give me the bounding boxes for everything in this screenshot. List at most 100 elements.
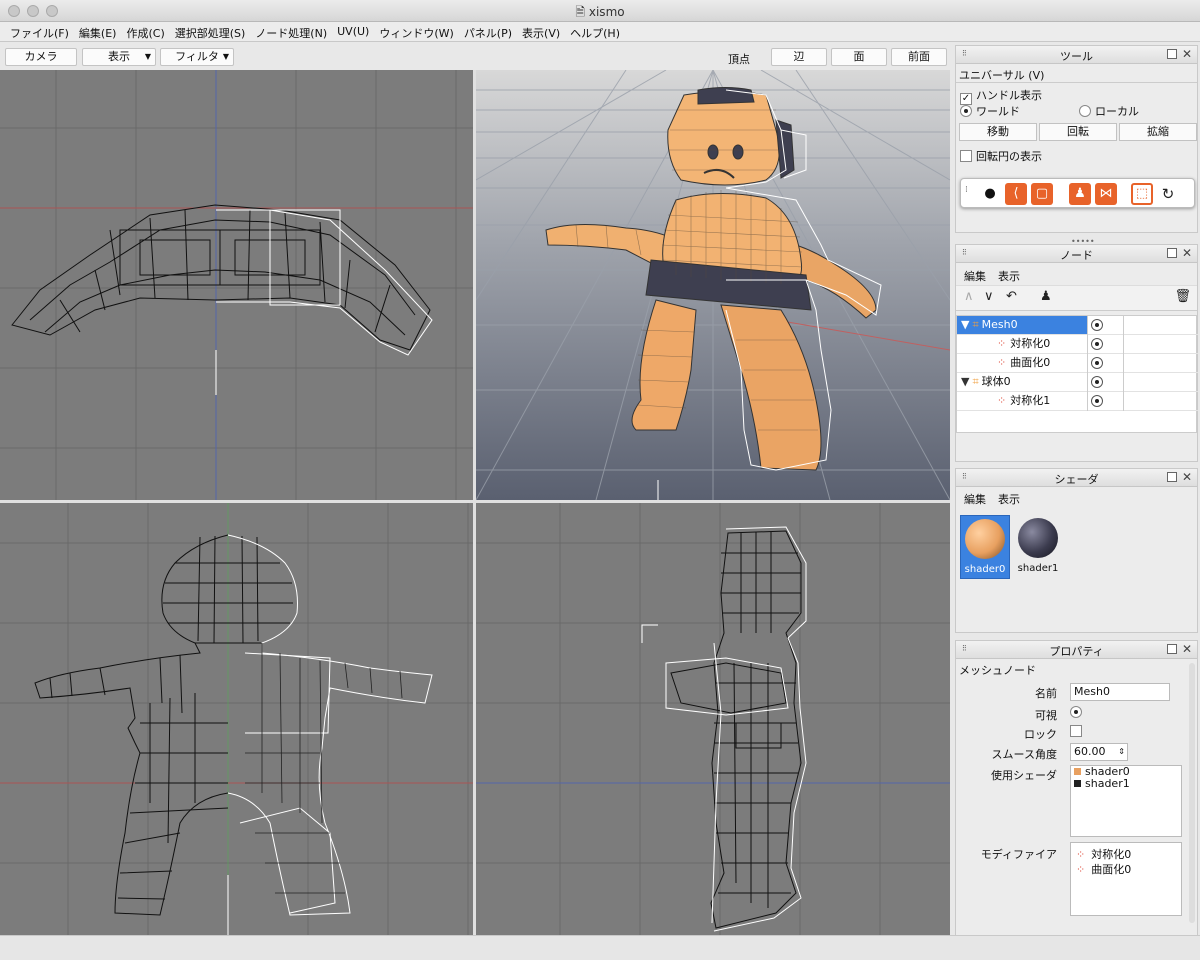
display-dropdown[interactable]: 表示 ▼	[82, 48, 156, 66]
shader-thumbnail[interactable]: shader0	[960, 515, 1010, 579]
scrollbar[interactable]	[1189, 663, 1195, 923]
visibility-icon[interactable]	[1091, 376, 1103, 388]
smooth-angle-field[interactable]: 60.00 ⇕	[1070, 743, 1128, 761]
shader-panel: ⁝⁝ シェーダ ✕ 編集 表示 shader0 shader1	[955, 468, 1198, 633]
face-mode-button[interactable]: 面	[831, 48, 887, 66]
divider	[1123, 373, 1124, 392]
list-item[interactable]: ⁘ 曲面化0	[1071, 861, 1181, 876]
move-button[interactable]: 移動	[959, 123, 1037, 141]
menu-window[interactable]: ウィンドウ(W)	[375, 22, 459, 41]
shader-menu-view[interactable]: 表示	[998, 491, 1020, 507]
property-panel-title: プロパティ	[1049, 645, 1104, 658]
menu-panel[interactable]: パネル(P)	[460, 22, 518, 41]
lock-label: ロック	[1024, 728, 1057, 741]
menu-selection[interactable]: 選択部処理(S)	[171, 22, 252, 41]
tree-row[interactable]: ⁘ 対称化0	[957, 335, 1198, 354]
maximize-panel-icon[interactable]	[1167, 644, 1177, 654]
node-menu-view[interactable]: 表示	[998, 268, 1020, 284]
divider	[1087, 392, 1088, 411]
tree-row[interactable]: ⁘ 曲面化0	[957, 354, 1198, 373]
expand-arrow-icon[interactable]: ▼	[961, 318, 969, 331]
close-panel-icon[interactable]: ✕	[1182, 642, 1192, 656]
close-panel-icon[interactable]: ✕	[1182, 47, 1192, 61]
maximize-panel-icon[interactable]	[1167, 49, 1177, 59]
visibility-icon[interactable]	[1091, 338, 1103, 350]
title-bar: 🗎 xismo	[0, 0, 1200, 22]
viewport-splitter-horizontal[interactable]	[0, 500, 950, 503]
local-radio[interactable]: ローカル	[1079, 103, 1139, 119]
tree-row-label: 球体0	[981, 375, 1011, 388]
visibility-icon[interactable]	[1091, 319, 1103, 331]
list-item[interactable]: ⁘ 対称化0	[1071, 846, 1181, 861]
menu-view[interactable]: 表示(V)	[518, 22, 566, 41]
lock-checkbox[interactable]	[1070, 725, 1086, 738]
radio-on-icon	[960, 105, 972, 117]
visible-toggle[interactable]	[1070, 706, 1086, 719]
window-title: 🗎 xismo	[0, 3, 1200, 24]
filter-dropdown[interactable]: フィルタ ▼	[160, 48, 234, 66]
menu-edit[interactable]: 編集(E)	[75, 22, 123, 41]
viewport-top-canvas	[0, 70, 473, 500]
name-field[interactable]: Mesh0	[1070, 683, 1170, 701]
camera-button[interactable]: カメラ	[5, 48, 77, 66]
close-panel-icon[interactable]: ✕	[1182, 246, 1192, 260]
share-icon[interactable]: ⟨	[1005, 183, 1027, 205]
modifier-icon: ⁘	[997, 394, 1007, 407]
menu-bar: ファイル(F) 編集(E) 作成(C) 選択部処理(S) ノード処理(N) UV…	[0, 22, 1200, 42]
list-item-label: 対称化0	[1091, 848, 1132, 861]
tree-row[interactable]: ▼ ⌗ Mesh0	[957, 316, 1198, 335]
visibility-icon[interactable]	[1091, 395, 1103, 407]
world-radio[interactable]: ワールド	[960, 103, 1020, 119]
vertex-mode-label[interactable]: 頂点	[728, 51, 750, 67]
menu-help[interactable]: ヘルプ(H)	[566, 22, 626, 41]
group-icon[interactable]: ♟	[1040, 289, 1052, 304]
tree-row[interactable]: ▼ ⌗ 球体0	[957, 373, 1198, 392]
symmetry-icon[interactable]: ⋈	[1095, 183, 1117, 205]
menu-node[interactable]: ノード処理(N)	[251, 22, 333, 41]
viewport-top[interactable]	[0, 70, 473, 500]
node-menu-edit[interactable]: 編集	[964, 268, 986, 284]
show-rotation-circle-checkbox[interactable]: 回転円の表示	[960, 148, 1042, 164]
person-icon[interactable]: ♟	[1069, 183, 1091, 205]
undo-icon[interactable]: ↶	[1006, 289, 1017, 304]
viewport-side[interactable]	[476, 503, 950, 935]
visibility-icon[interactable]	[1091, 357, 1103, 369]
scale-button[interactable]: 拡縮	[1119, 123, 1197, 141]
tree-row[interactable]: ⁘ 対称化1	[957, 392, 1198, 411]
modifier-icon: ⁘	[997, 356, 1007, 369]
viewport-front[interactable]	[0, 503, 473, 935]
maximize-panel-icon[interactable]	[1167, 472, 1177, 482]
mesh-node-icon: ⌗	[972, 318, 979, 331]
viewport-perspective[interactable]	[476, 70, 950, 500]
used-shaders-label: 使用シェーダ	[991, 769, 1057, 782]
move-down-icon[interactable]: ∨	[984, 289, 994, 304]
expand-arrow-icon[interactable]: ▼	[961, 375, 969, 388]
close-panel-icon[interactable]: ✕	[1182, 470, 1192, 484]
select-region-icon[interactable]: ⬚	[1131, 183, 1153, 205]
rotate-button[interactable]: 回転	[1039, 123, 1117, 141]
tree-row-name: ⁘ 対称化0	[957, 335, 1087, 353]
shader-thumbnail[interactable]: shader1	[1014, 515, 1064, 579]
menu-create[interactable]: 作成(C)	[122, 22, 170, 41]
tree-row-name: ⁘ 曲面化0	[957, 354, 1087, 372]
lasso-icon[interactable]: ↻	[1157, 183, 1179, 205]
stepper-icon[interactable]: ⇕	[1118, 744, 1125, 760]
filter-dropdown-label: フィルタ	[175, 50, 219, 63]
list-item[interactable]: shader1	[1071, 778, 1181, 790]
trash-icon[interactable]: 🗑	[1174, 289, 1191, 304]
edge-mode-button[interactable]: 辺	[771, 48, 827, 66]
menu-uv[interactable]: UV(U)	[333, 22, 375, 41]
menu-file[interactable]: ファイル(F)	[6, 22, 75, 41]
divider	[1087, 373, 1088, 392]
vertex-select-icon[interactable]: ●	[979, 183, 1001, 205]
bounding-box-icon[interactable]: ▢	[1031, 183, 1053, 205]
smooth-angle-value: 60.00	[1074, 745, 1106, 758]
move-up-icon[interactable]: ∧	[964, 289, 974, 304]
tree-row-label: Mesh0	[981, 318, 1018, 331]
property-section-title: メッシュノード	[959, 664, 1036, 677]
front-face-button[interactable]: 前面	[891, 48, 947, 66]
tool-panel: ⁝⁝ ツール ✕ ユニバーサル (V) ✓ ハンドル表示 ワールド ローカル 移動…	[955, 45, 1198, 246]
shader1-sphere-icon	[1018, 518, 1058, 558]
shader-menu-edit[interactable]: 編集	[964, 491, 986, 507]
maximize-panel-icon[interactable]	[1167, 248, 1177, 258]
